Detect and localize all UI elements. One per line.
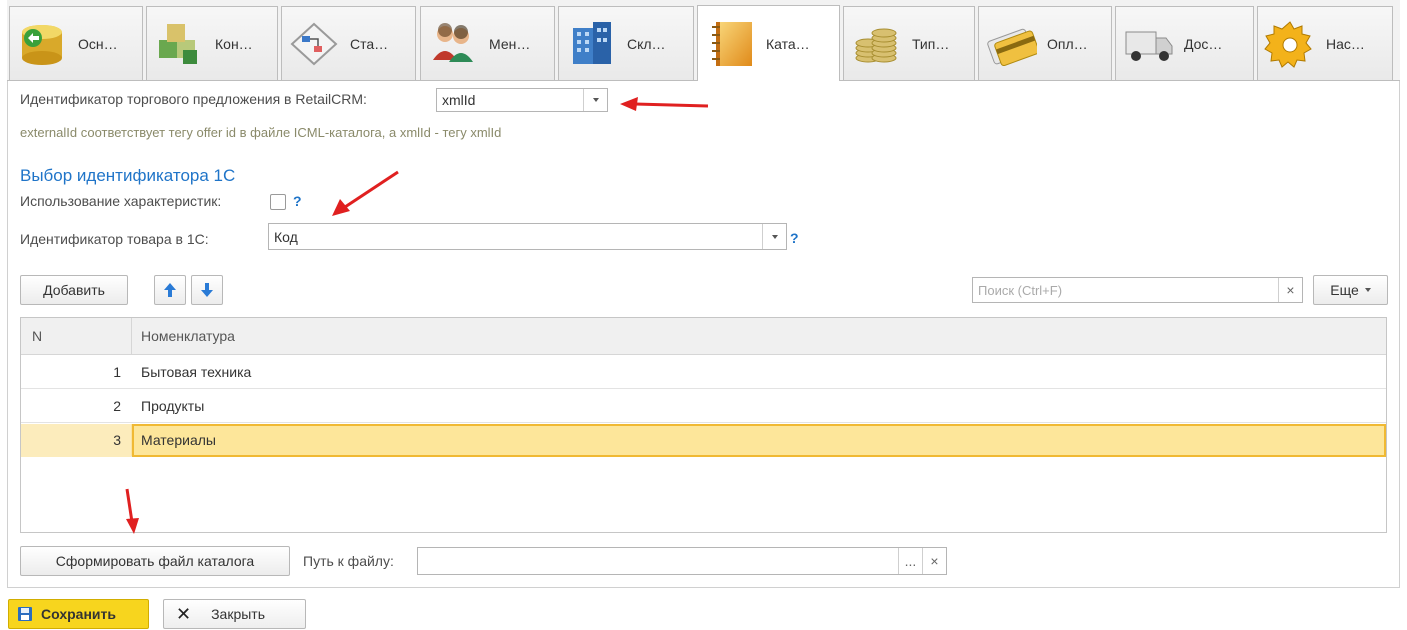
tab-label: Ката…	[766, 35, 810, 52]
arrow-to-generate-button	[125, 488, 134, 523]
arrow-to-characteristics	[344, 170, 399, 209]
save-button[interactable]: Сохранить	[8, 599, 149, 629]
catalog-book-icon	[702, 16, 758, 72]
tab-catalog[interactable]: Ката…	[697, 5, 840, 81]
annotation-arrows	[125, 97, 709, 534]
floppy-disk-icon	[18, 607, 32, 621]
arrow-to-offer-id	[634, 102, 709, 108]
close-button[interactable]: ✕ Закрыть	[163, 599, 306, 629]
save-label: Сохранить	[41, 606, 116, 622]
close-icon: ✕	[176, 603, 192, 624]
close-label: Закрыть	[211, 606, 266, 622]
